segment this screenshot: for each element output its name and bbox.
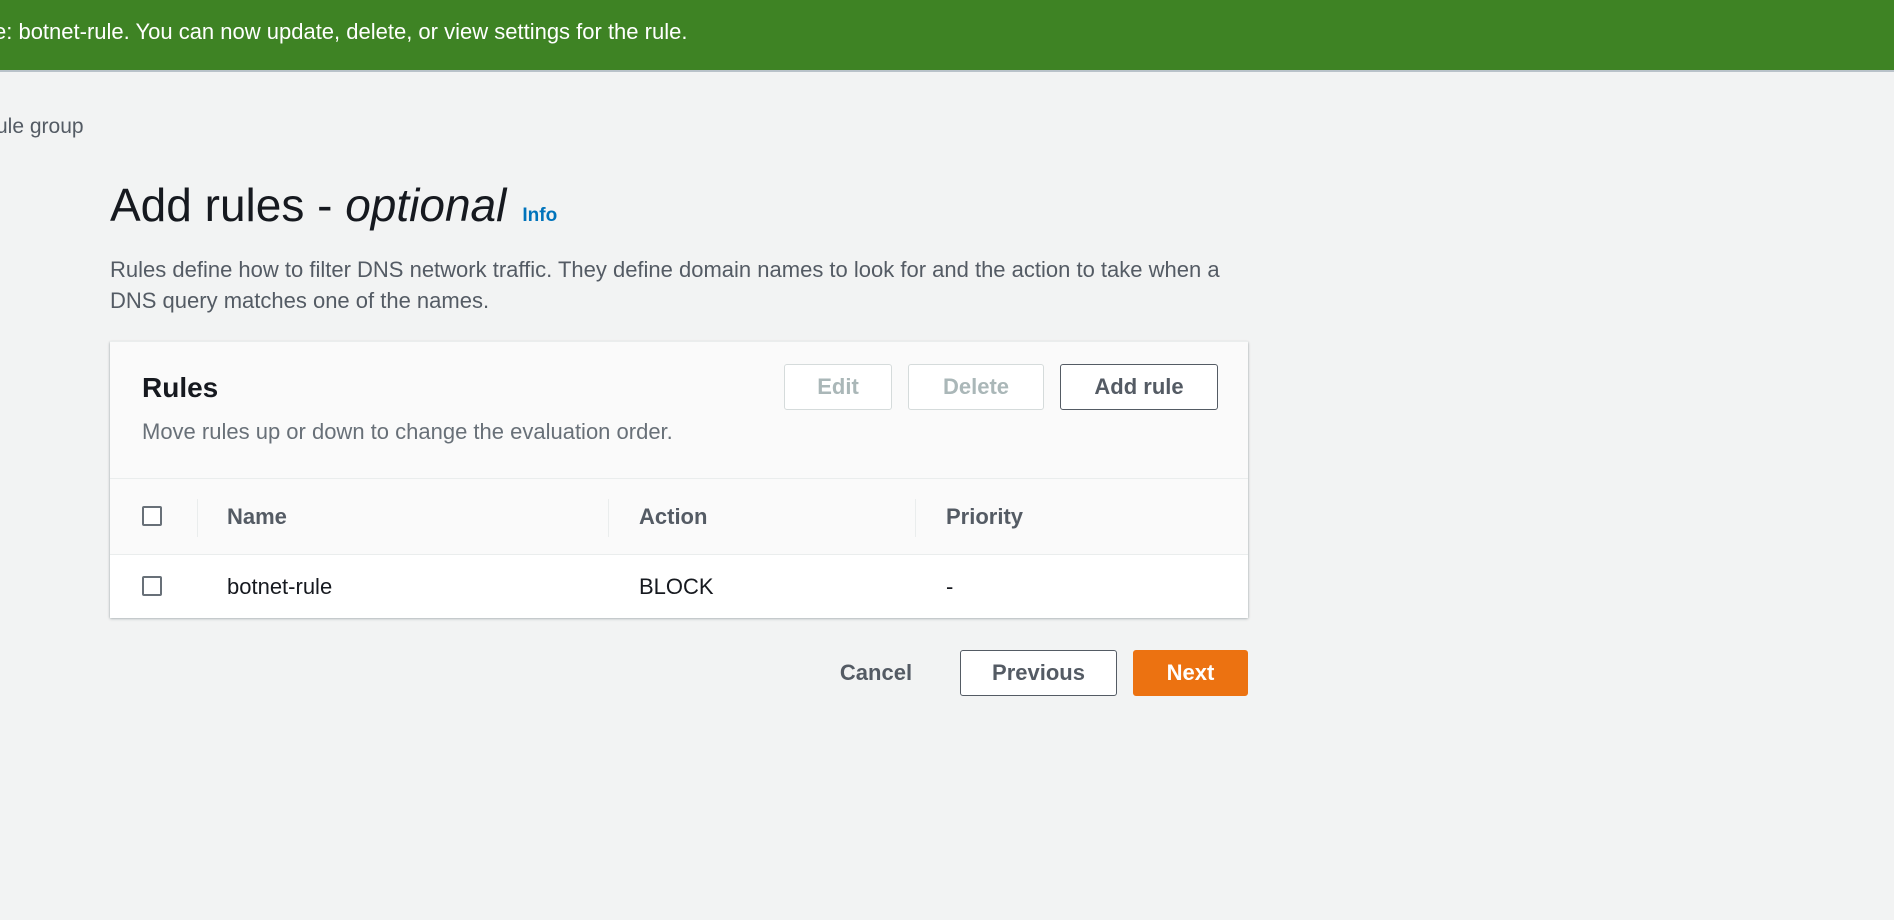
- table-header-row: Name Action Priority: [110, 479, 1248, 555]
- table-row[interactable]: botnet-rule BLOCK -: [110, 555, 1248, 618]
- page-title: Add rules - optional Info: [110, 178, 557, 232]
- column-header-action[interactable]: Action: [639, 504, 707, 530]
- delete-button[interactable]: Delete: [908, 364, 1044, 410]
- breadcrumb[interactable]: ule group: [0, 115, 84, 139]
- page-title-main: Add rules -: [110, 179, 346, 231]
- column-divider: [915, 499, 916, 537]
- next-button[interactable]: Next: [1133, 650, 1248, 696]
- select-all-checkbox[interactable]: [142, 506, 162, 526]
- rules-panel-title: Rules: [142, 372, 219, 403]
- row-checkbox[interactable]: [142, 576, 162, 596]
- column-header-priority[interactable]: Priority: [946, 504, 1023, 530]
- rule-action-cell: BLOCK: [639, 574, 714, 599]
- page-title-optional: optional: [345, 179, 507, 231]
- rules-panel: Rules Move rules up or down to change th…: [110, 341, 1248, 618]
- previous-button[interactable]: Previous: [960, 650, 1117, 696]
- column-divider: [608, 499, 609, 537]
- edit-button[interactable]: Edit: [784, 364, 892, 410]
- page-description: Rules define how to filter DNS network t…: [110, 257, 1220, 313]
- rule-name-cell: botnet-rule: [227, 574, 333, 599]
- rules-panel-header: Rules Move rules up or down to change th…: [110, 342, 1248, 479]
- success-flash-banner: e: botnet-rule. You can now update, dele…: [0, 0, 1894, 72]
- rule-priority-cell: -: [946, 574, 954, 599]
- info-link[interactable]: Info: [522, 205, 557, 227]
- cancel-button[interactable]: Cancel: [826, 650, 926, 696]
- add-rule-button[interactable]: Add rule: [1060, 364, 1218, 410]
- rules-panel-subtitle: Move rules up or down to change the eval…: [142, 419, 673, 444]
- column-header-name[interactable]: Name: [227, 504, 287, 530]
- flash-message: e: botnet-rule. You can now update, dele…: [0, 19, 688, 44]
- column-divider: [197, 499, 198, 537]
